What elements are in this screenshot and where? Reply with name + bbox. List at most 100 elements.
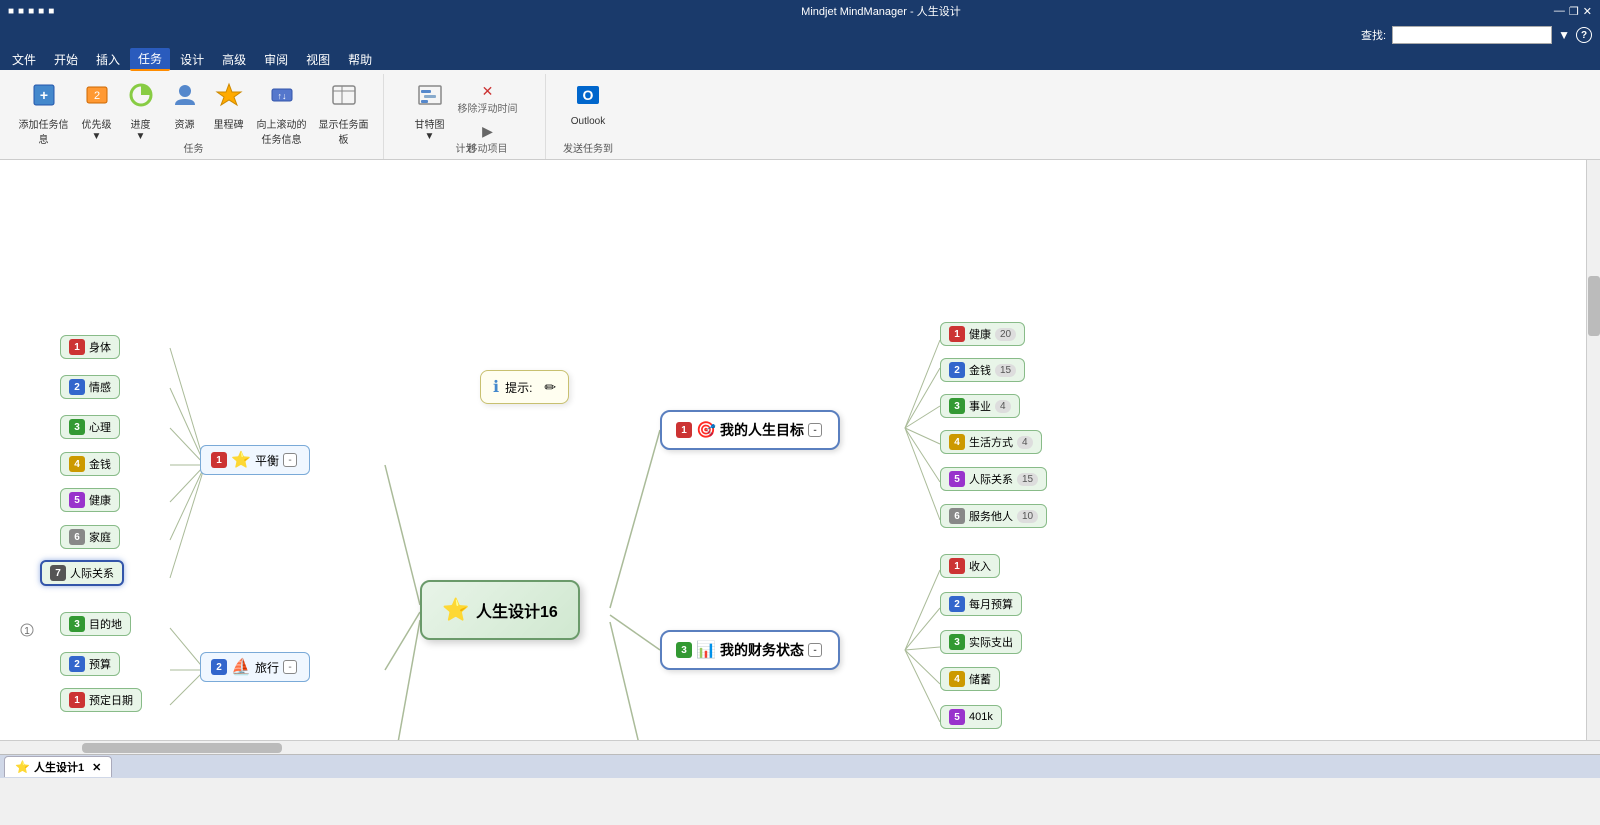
svg-text:O: O bbox=[583, 87, 594, 103]
travel-child-2-label: 预定日期 bbox=[89, 692, 133, 708]
outlook-btn[interactable]: O Outlook bbox=[566, 78, 610, 130]
menu-design[interactable]: 设计 bbox=[172, 49, 212, 70]
add-task-info-btn[interactable]: + 添加任务信息 bbox=[14, 78, 74, 149]
lg-num-4: 15 bbox=[1017, 473, 1038, 486]
gantt-dropdown[interactable]: ▼ bbox=[425, 131, 435, 142]
balance-expand[interactable]: - bbox=[283, 453, 297, 467]
ribbon-group-plan: 甘特图 ▼ ✕ 移除浮动时间 ▶ 移动项目 计划 bbox=[386, 74, 546, 159]
search-help-btn[interactable]: ? bbox=[1576, 27, 1592, 43]
lg-child-2[interactable]: 3 事业 4 bbox=[940, 394, 1020, 418]
menu-help[interactable]: 帮助 bbox=[340, 49, 380, 70]
remove-float-btn[interactable]: ✕ 移除浮动时间 bbox=[453, 80, 523, 118]
menu-review[interactable]: 审阅 bbox=[256, 49, 296, 70]
resource-icon bbox=[171, 81, 199, 114]
tab-icon: ⭐ bbox=[15, 760, 30, 774]
finance-label: 我的财务状态 bbox=[720, 640, 804, 660]
show-task-panel-btn[interactable]: 显示任务面板 bbox=[314, 78, 374, 149]
lg-num-3: 4 bbox=[1017, 436, 1033, 449]
travel-child-1[interactable]: 2 预算 bbox=[60, 652, 120, 676]
gantt-icon bbox=[416, 81, 444, 114]
minimize-btn[interactable]: — bbox=[1554, 5, 1565, 18]
finance-node[interactable]: 3 📊 我的财务状态 - bbox=[660, 630, 840, 670]
lg-child-5[interactable]: 6 服务他人 10 bbox=[940, 504, 1047, 528]
move-project-icon: ▶ bbox=[482, 123, 493, 140]
progress-btn[interactable]: 进度 ▼ bbox=[120, 78, 162, 145]
fin-child-3[interactable]: 4 储蓄 bbox=[940, 667, 1000, 691]
close-btn[interactable]: ✕ bbox=[1583, 5, 1592, 18]
lg-child-1[interactable]: 2 金钱 15 bbox=[940, 358, 1025, 382]
search-dropdown-btn[interactable]: ▼ bbox=[1558, 28, 1570, 42]
resource-btn[interactable]: 资源 bbox=[164, 78, 206, 134]
menu-file[interactable]: 文件 bbox=[4, 49, 44, 70]
priority-dropdown[interactable]: ▼ bbox=[92, 131, 102, 142]
gantt-label: 甘特图 bbox=[415, 116, 445, 131]
menu-advanced[interactable]: 高级 bbox=[214, 49, 254, 70]
scrollbar-thumb[interactable] bbox=[1588, 276, 1600, 336]
balance-child-4[interactable]: 5 健康 bbox=[60, 488, 120, 512]
life-goal-label: 我的人生目标 bbox=[720, 420, 804, 440]
travel-label: 旅行 bbox=[255, 659, 279, 676]
center-label: 人生设计16 bbox=[476, 598, 558, 622]
tooltip-text: 提示: bbox=[505, 379, 532, 396]
finance-icon: 📊 bbox=[696, 640, 716, 660]
life-goal-expand[interactable]: - bbox=[808, 423, 822, 437]
travel-expand[interactable]: - bbox=[283, 660, 297, 674]
lg-child-0[interactable]: 1 健康 20 bbox=[940, 322, 1025, 346]
tooltip-info-icon: ℹ bbox=[493, 377, 499, 397]
balance-child-0[interactable]: 1 身体 bbox=[60, 335, 120, 359]
scroll-task-label: 向上滚动的任务信息 bbox=[257, 116, 307, 146]
balance-node[interactable]: 1 ⭐ 平衡 - bbox=[200, 445, 310, 475]
outlook-label: Outlook bbox=[571, 116, 605, 127]
menu-insert[interactable]: 插入 bbox=[88, 49, 128, 70]
milestone-btn[interactable]: 里程碑 bbox=[208, 78, 250, 134]
lg-num-1: 15 bbox=[995, 364, 1016, 377]
fin-child-1[interactable]: 2 每月预算 bbox=[940, 592, 1022, 616]
lg-child-3[interactable]: 4 生活方式 4 bbox=[940, 430, 1042, 454]
menu-view[interactable]: 视图 bbox=[298, 49, 338, 70]
tab-life-design[interactable]: ⭐ 人生设计1 ✕ bbox=[4, 756, 112, 777]
resource-label: 资源 bbox=[175, 116, 195, 131]
fin-child-0-label: 收入 bbox=[969, 558, 991, 574]
menu-task[interactable]: 任务 bbox=[130, 48, 170, 71]
show-task-panel-label: 显示任务面板 bbox=[319, 116, 369, 146]
balance-child-3[interactable]: 4 金钱 bbox=[60, 452, 120, 476]
outlook-icon: O bbox=[574, 81, 602, 114]
fin-child-3-label: 储蓄 bbox=[969, 671, 991, 687]
search-input[interactable] bbox=[1392, 26, 1552, 44]
balance-child-6[interactable]: 7 人际关系 bbox=[40, 560, 124, 586]
balance-icon: ⭐ bbox=[231, 450, 251, 470]
travel-badge: 2 bbox=[211, 659, 227, 675]
tooltip-edit-icon[interactable]: ✏ bbox=[544, 379, 556, 396]
lg-child-4[interactable]: 5 人际关系 15 bbox=[940, 467, 1047, 491]
life-goal-node[interactable]: 1 🎯 我的人生目标 - bbox=[660, 410, 840, 450]
ribbon-group-task-label: 任务 bbox=[184, 140, 204, 157]
progress-dropdown[interactable]: ▼ bbox=[136, 131, 146, 142]
fin-child-0[interactable]: 1 收入 bbox=[940, 554, 1000, 578]
menu-start[interactable]: 开始 bbox=[46, 49, 86, 70]
scroll-task-btn[interactable]: ↑↓ 向上滚动的任务信息 bbox=[252, 78, 312, 149]
balance-child-5[interactable]: 6 家庭 bbox=[60, 525, 120, 549]
priority-btn[interactable]: 2 优先级 ▼ bbox=[76, 78, 118, 145]
finance-expand[interactable]: - bbox=[808, 643, 822, 657]
balance-child-2[interactable]: 3 心理 bbox=[60, 415, 120, 439]
vertical-scrollbar[interactable] bbox=[1586, 160, 1600, 740]
titlebar-spacer: ■ ■ ■ ■ ■ bbox=[8, 6, 208, 17]
tab-close[interactable]: ✕ bbox=[92, 761, 101, 774]
fin-child-1-label: 每月预算 bbox=[969, 596, 1013, 612]
gantt-btn[interactable]: 甘特图 ▼ bbox=[409, 78, 451, 145]
hscroll-bar[interactable] bbox=[82, 743, 282, 753]
lg-child-1-label: 金钱 bbox=[969, 362, 991, 378]
travel-node[interactable]: 2 ⛵ 旅行 - bbox=[200, 652, 310, 682]
travel-child-0[interactable]: 3 目的地 bbox=[60, 612, 131, 636]
fin-child-4-label: 401k bbox=[969, 711, 993, 723]
balance-badge: 1 bbox=[211, 452, 227, 468]
hscroll-area bbox=[0, 740, 1600, 754]
fin-child-4[interactable]: 5 401k bbox=[940, 705, 1002, 729]
svg-text:↑↓: ↑↓ bbox=[277, 91, 286, 101]
center-node[interactable]: ⭐ 人生设计16 bbox=[420, 580, 580, 640]
maximize-btn[interactable]: ❐ bbox=[1569, 5, 1579, 18]
travel-child-2[interactable]: 1 预定日期 bbox=[60, 688, 142, 712]
fin-child-2[interactable]: 3 实际支出 bbox=[940, 630, 1022, 654]
lg-num-5: 10 bbox=[1017, 510, 1038, 523]
balance-child-1[interactable]: 2 情感 bbox=[60, 375, 120, 399]
